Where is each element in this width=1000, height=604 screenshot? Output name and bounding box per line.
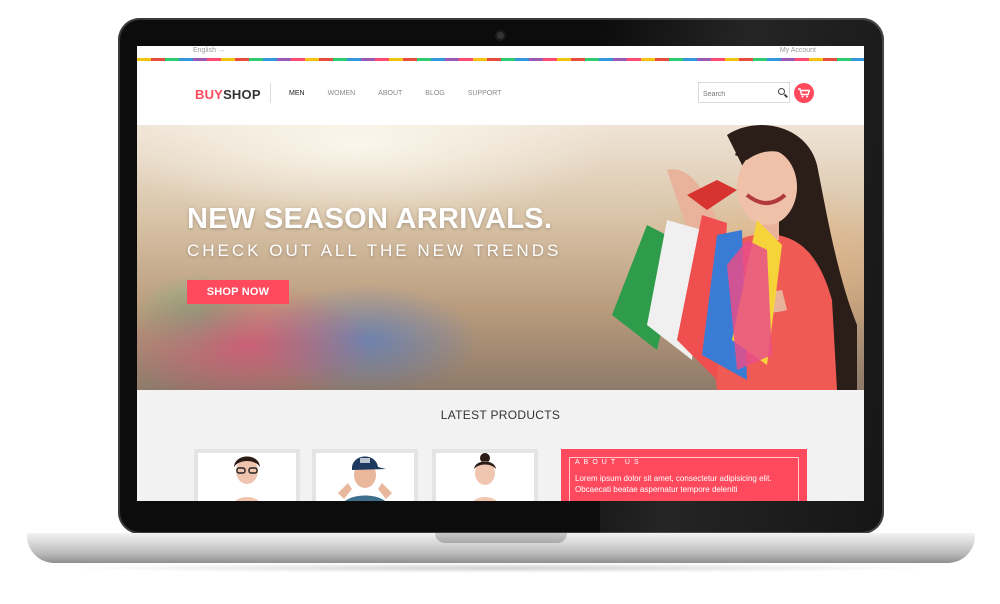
my-account-link[interactable]: My Account: [780, 47, 816, 54]
product-image-woman-glasses: [234, 456, 260, 501]
nav-item-blog[interactable]: BLOG: [425, 90, 444, 97]
latest-products-section: LATEST PRODUCTS ABOUT US Lorem ipsum dol…: [137, 390, 864, 501]
main-nav: MEN WOMEN ABOUT BLOG SUPPORT: [289, 90, 501, 97]
nav-item-men[interactable]: MEN: [289, 90, 305, 97]
language-selector[interactable]: English →: [193, 47, 225, 54]
product-card[interactable]: [312, 449, 418, 501]
search-icon[interactable]: [778, 88, 785, 95]
product-image-woman-bun: [473, 453, 497, 501]
laptop-screen: English → My Account BUYSHOP MEN WOMEN A…: [137, 46, 864, 501]
about-us-box: ABOUT US Lorem ipsum dolor sit amet, con…: [561, 449, 807, 501]
nav-item-women[interactable]: WOMEN: [328, 90, 356, 97]
search-input[interactable]: [699, 85, 773, 104]
about-us-title: ABOUT US: [575, 459, 643, 466]
logo[interactable]: BUYSHOP: [195, 87, 261, 102]
hero-woman-with-shopping-bags: [612, 125, 857, 390]
search-box: [698, 82, 790, 104]
cart-button[interactable]: [794, 83, 814, 103]
logo-divider: [270, 83, 271, 103]
laptop-base-notch: [435, 533, 567, 543]
laptop-shadow: [60, 563, 940, 573]
camera-icon: [497, 32, 504, 39]
site-header: BUYSHOP MEN WOMEN ABOUT BLOG SUPPORT: [137, 61, 864, 125]
nav-item-about[interactable]: ABOUT: [378, 90, 402, 97]
cart-icon: [798, 88, 810, 98]
shop-now-button[interactable]: SHOP NOW: [187, 280, 289, 304]
top-utility-bar: English → My Account: [137, 46, 864, 58]
hero-subtitle: CHECK OUT ALL THE NEW TRENDS: [187, 241, 562, 260]
logo-part-buy: BUY: [195, 87, 224, 102]
about-us-text: Lorem ipsum dolor sit amet, consectetur …: [575, 474, 772, 494]
product-card[interactable]: [432, 449, 538, 501]
logo-part-shop: SHOP: [223, 87, 261, 102]
product-card[interactable]: [194, 449, 300, 501]
hero-banner: NEW SEASON ARRIVALS. CHECK OUT ALL THE N…: [137, 125, 864, 390]
section-title: LATEST PRODUCTS: [440, 408, 561, 422]
product-image-man-cap: [338, 456, 392, 501]
nav-item-support[interactable]: SUPPORT: [468, 90, 502, 97]
hero-title: NEW SEASON ARRIVALS.: [187, 203, 553, 235]
